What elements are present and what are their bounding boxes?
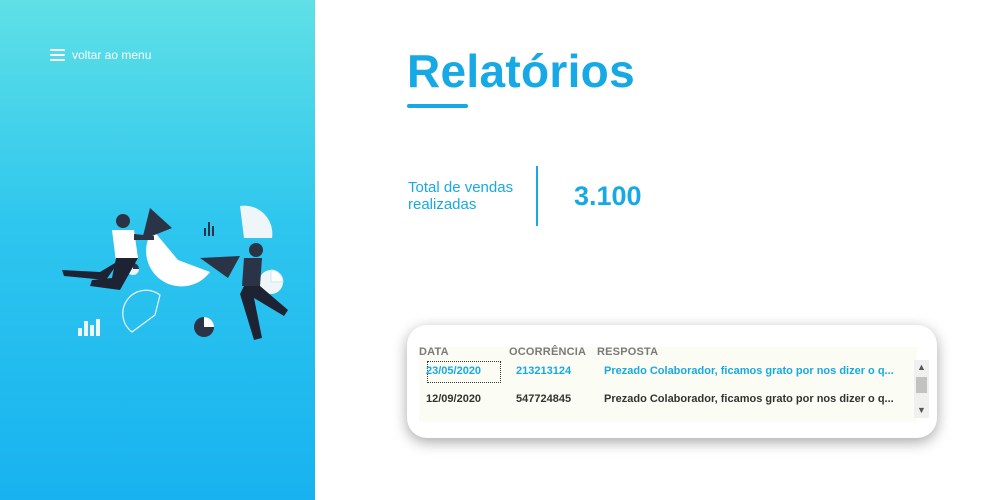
column-header-response[interactable]: RESPOSTA [597,346,658,358]
cell-date[interactable]: 12/09/2020 [426,393,481,405]
kpi-divider [536,166,538,226]
column-header-date[interactable]: DATA [419,346,449,358]
cell-date[interactable]: 23/05/2020 [426,365,481,377]
kpi-label: Total de vendas realizadas [408,179,514,213]
app-root: voltar ao menu Relatórios Total de venda… [0,0,1000,500]
reports-table-card: DATA OCORRÊNCIA RESPOSTA 23/05/2020 2132… [407,325,937,438]
cell-occurrence[interactable]: 213213124 [516,365,571,377]
scroll-up-icon[interactable]: ▲ [914,360,929,374]
scroll-down-icon[interactable]: ▼ [914,403,929,417]
table-scrollbar[interactable]: ▲ ▼ [914,360,929,418]
back-to-menu-link[interactable]: voltar ao menu [50,48,151,62]
back-to-menu-label: voltar ao menu [72,48,152,62]
cell-response[interactable]: Prezado Colaborador, ficamos grato por n… [604,393,894,405]
title-underline [407,104,468,108]
column-header-occurrence[interactable]: OCORRÊNCIA [509,346,586,358]
kpi-value: 3.100 [574,181,642,211]
scroll-thumb[interactable] [916,377,927,393]
table-row[interactable]: 12/09/2020 547724845 Prezado Colaborador… [419,393,914,418]
cell-occurrence[interactable]: 547724845 [516,393,571,405]
cell-response[interactable]: Prezado Colaborador, ficamos grato por n… [604,365,894,377]
menu-icon [50,48,65,62]
people-assembling-chart-illustration [62,205,288,340]
sidebar-panel: voltar ao menu [0,0,315,500]
reports-table: DATA OCORRÊNCIA RESPOSTA 23/05/2020 2132… [419,346,929,422]
table-row[interactable]: 23/05/2020 213213124 Prezado Colaborador… [419,361,914,383]
page-title: Relatórios [407,45,635,97]
